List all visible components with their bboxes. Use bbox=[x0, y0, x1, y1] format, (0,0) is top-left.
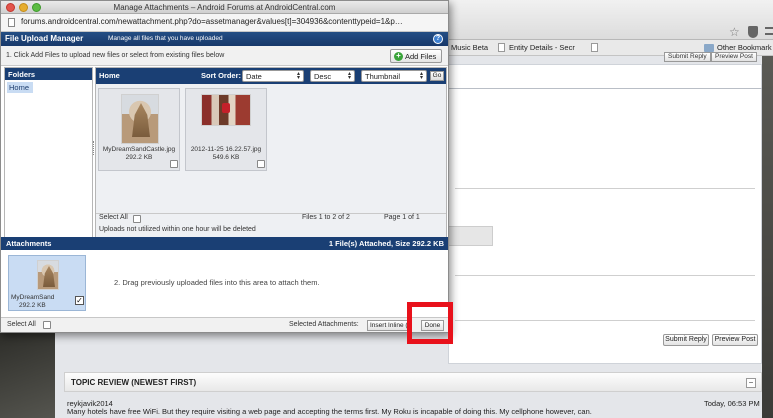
selected-attachments-label: Selected Attachments: bbox=[289, 321, 359, 328]
folders-panel: Folders Home bbox=[4, 67, 93, 261]
top-submit-reply-button[interactable]: Submit Reply bbox=[664, 52, 711, 62]
extension-shield-icon[interactable] bbox=[748, 26, 758, 38]
file-size: 292.2 KB bbox=[125, 154, 153, 161]
page-icon bbox=[591, 43, 598, 52]
divider bbox=[455, 320, 755, 321]
sort-direction-value: Desc bbox=[314, 72, 332, 81]
url-text[interactable]: forums.androidcentral.com/newattachment.… bbox=[21, 17, 403, 26]
attached-file-name: MyDreamSand bbox=[11, 294, 55, 301]
manager-title: File Upload Manager bbox=[5, 34, 84, 43]
select-all-label: Select All bbox=[99, 214, 128, 221]
attachments-drop-area[interactable]: MyDreamSand 292.2 KB ✓ 2. Drag previousl… bbox=[1, 250, 448, 318]
select-arrows-icon: ▴ ▾ bbox=[347, 71, 351, 81]
add-files-label: Add Files bbox=[405, 52, 437, 61]
attachments-summary: 1 File(s) Attached, Size 292.2 KB bbox=[328, 239, 444, 248]
page-icon bbox=[498, 43, 505, 52]
folder-icon bbox=[704, 44, 714, 52]
attached-file-card[interactable]: MyDreamSand 292.2 KB ✓ bbox=[8, 255, 86, 311]
folder-home[interactable]: Home bbox=[7, 82, 33, 93]
file-thumbnail[interactable] bbox=[201, 94, 251, 126]
manager-subtitle: Manage all files that you have uploaded bbox=[108, 35, 223, 42]
add-files-button[interactable]: + Add Files bbox=[390, 49, 442, 63]
upload-expiry-note: Uploads not utilized within one hour wil… bbox=[99, 226, 256, 233]
divider bbox=[455, 188, 755, 189]
page-icon bbox=[8, 18, 15, 27]
file-checkbox[interactable] bbox=[257, 160, 265, 168]
post-text: Many hotels have free WiFi. But they req… bbox=[67, 407, 592, 416]
files-panel: Home Sort Order: Date ▴ ▾ Desc ▴ ▾ Thumbna… bbox=[95, 67, 447, 261]
files-count: Files 1 to 2 of 2 bbox=[302, 214, 350, 221]
add-icon: + bbox=[394, 52, 403, 61]
attached-file-checkbox[interactable]: ✓ bbox=[75, 296, 84, 305]
address-bar[interactable]: forums.androidcentral.com/newattachment.… bbox=[1, 14, 448, 32]
folders-title: Folders bbox=[5, 68, 92, 80]
drag-hint-text: 2. Drag previously uploaded files into t… bbox=[114, 278, 320, 287]
select-arrows-icon: ▴ ▾ bbox=[296, 71, 300, 81]
file-upload-manager-header: File Upload Manager Manage all files tha… bbox=[1, 32, 448, 46]
divider bbox=[455, 275, 755, 276]
instructions-text: 1. Click Add Files to upload new files o… bbox=[6, 52, 225, 59]
highlight-box bbox=[407, 302, 453, 344]
select-all-label: Select All bbox=[7, 321, 36, 328]
select-all-attachments-checkbox[interactable] bbox=[43, 321, 51, 329]
attached-file-size: 292.2 KB bbox=[19, 302, 46, 309]
file-size: 549.6 KB bbox=[212, 154, 240, 161]
files-panel-header: Home Sort Order: Date ▴ ▾ Desc ▴ ▾ Thumbna… bbox=[96, 68, 446, 84]
attachments-title: Attachments bbox=[6, 239, 52, 248]
submit-reply-button[interactable]: Submit Reply bbox=[663, 334, 709, 346]
option-row bbox=[448, 226, 493, 246]
file-card[interactable]: MyDreamSandCastle.jpg 292.2 KB bbox=[98, 88, 180, 171]
post-time: Today, 06:53 PM bbox=[704, 399, 760, 408]
file-thumbnail[interactable] bbox=[121, 94, 159, 144]
bookmark-entity-details[interactable]: Entity Details - Secr bbox=[509, 43, 575, 52]
preview-post-button[interactable]: Preview Post bbox=[712, 334, 758, 346]
insert-inline-button[interactable]: Insert Inline (1) bbox=[367, 320, 411, 331]
files-footer: Select All Files 1 to 2 of 2 Page 1 of 1 bbox=[96, 214, 446, 224]
attachments-footer: Select All Selected Attachments: Insert … bbox=[1, 318, 448, 332]
attachments-header: Attachments 1 File(s) Attached, Size 292… bbox=[1, 237, 448, 250]
sort-field-value: Date bbox=[246, 72, 262, 81]
window-titlebar: Manage Attachments – Android Forums at A… bbox=[1, 1, 448, 14]
divider bbox=[448, 88, 762, 89]
bookmark-star-icon[interactable]: ☆ bbox=[729, 25, 740, 39]
collapse-icon[interactable]: − bbox=[746, 378, 756, 388]
attached-file-thumbnail[interactable] bbox=[37, 260, 59, 290]
help-icon[interactable]: ? bbox=[433, 34, 443, 44]
window-title: Manage Attachments – Android Forums at A… bbox=[113, 3, 336, 12]
sort-field-select[interactable]: Date ▴ ▾ bbox=[242, 70, 304, 82]
top-preview-post-button[interactable]: Preview Post bbox=[711, 52, 757, 62]
bookmark-music-beta[interactable]: Music Beta bbox=[451, 43, 488, 52]
other-bookmarks[interactable]: Other Bookmark bbox=[717, 43, 772, 52]
menu-icon[interactable] bbox=[765, 27, 773, 35]
go-button[interactable]: Go bbox=[430, 71, 444, 81]
topic-review-header: TOPIC REVIEW (NEWEST FIRST) − bbox=[64, 372, 762, 392]
topic-review-title: TOPIC REVIEW (NEWEST FIRST) bbox=[71, 378, 197, 387]
sort-order-label: Sort Order: bbox=[201, 71, 242, 80]
file-name: MyDreamSandCastle.jpg bbox=[102, 146, 176, 153]
instructions-row: 1. Click Add Files to upload new files o… bbox=[1, 46, 448, 66]
sort-direction-select[interactable]: Desc ▴ ▾ bbox=[310, 70, 355, 82]
view-mode-select[interactable]: Thumbnail ▴ ▾ bbox=[361, 70, 427, 82]
select-all-checkbox[interactable] bbox=[133, 215, 141, 223]
desktop-background-right bbox=[762, 56, 773, 418]
current-folder-label: Home bbox=[99, 71, 120, 80]
page-info: Page 1 of 1 bbox=[384, 214, 420, 221]
file-checkbox[interactable] bbox=[170, 160, 178, 168]
file-name: 2012-11-25 16.22.57.jpg bbox=[190, 146, 262, 153]
file-card[interactable]: 2012-11-25 16.22.57.jpg 549.6 KB bbox=[185, 88, 267, 171]
select-arrows-icon: ▴ ▾ bbox=[419, 71, 423, 81]
reply-editor-panel bbox=[448, 64, 762, 364]
manage-attachments-window: Manage Attachments – Android Forums at A… bbox=[0, 0, 449, 333]
view-mode-value: Thumbnail bbox=[365, 72, 401, 81]
